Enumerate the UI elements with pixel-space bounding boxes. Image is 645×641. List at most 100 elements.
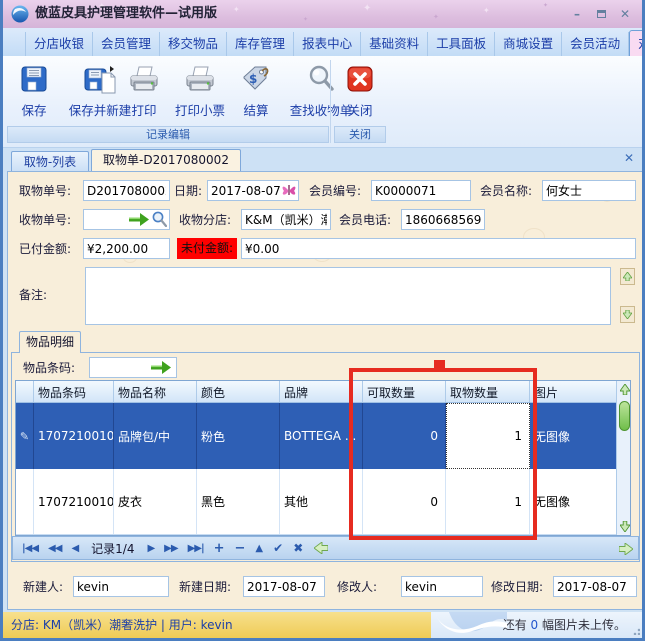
col-available-qty[interactable]: 可取数量 — [363, 381, 446, 402]
star-decoration: ✦ — [363, 3, 372, 14]
nav-prev-button[interactable]: ◀ — [66, 543, 83, 554]
col-barcode[interactable]: 物品条码 — [34, 381, 114, 402]
menu-item-member-activity[interactable]: 会员活动 — [562, 32, 630, 56]
save-label: 保存 — [21, 103, 47, 118]
modified-by-field[interactable] — [401, 576, 483, 597]
cell-available-qty[interactable]: 0 — [363, 403, 446, 469]
barcode-go-arrow-icon[interactable] — [151, 361, 171, 374]
menu-item-tools[interactable]: 工具面板 — [428, 32, 496, 56]
remark-scroll-up[interactable] — [620, 268, 635, 285]
window-title: 傲蓝皮具护理管理软件—试用版 — [35, 6, 218, 21]
print-receipt-button[interactable]: 打印小票 — [169, 60, 231, 119]
created-date-field[interactable] — [243, 576, 325, 597]
tab-close-icon[interactable]: ✕ — [624, 151, 634, 165]
nav-edit-button[interactable]: ▲ — [250, 543, 268, 554]
cell-pickup-qty[interactable]: 1 — [446, 469, 530, 534]
nav-next-button[interactable]: ▶ — [142, 543, 159, 554]
hscroll-left-arrow-icon[interactable] — [314, 542, 329, 554]
star-decoration: ✦ — [543, 2, 549, 9]
minimize-button[interactable]: – — [568, 6, 586, 22]
scroll-up-arrow-icon[interactable] — [620, 384, 630, 395]
cell-available-qty[interactable]: 0 — [363, 469, 446, 534]
cell-name[interactable]: 品牌包/中 — [114, 403, 197, 469]
nav-post-button[interactable]: ✔ — [268, 541, 288, 555]
nav-cancel-button[interactable]: ✖ — [288, 541, 308, 555]
phone-field[interactable] — [401, 209, 485, 230]
modified-date-field[interactable] — [553, 576, 637, 597]
menu-item-object-mgmt[interactable]: 对象管理 — [629, 30, 642, 56]
remark-scroll-down[interactable] — [620, 306, 635, 323]
status-branch-user: 分店: KM（凯米）潮奢洗护 | 用户: kevin — [3, 612, 431, 638]
row-edit-indicator-icon: ✎ — [16, 403, 34, 469]
receive-no-label: 收物单号: — [19, 213, 72, 227]
col-brand[interactable]: 品牌 — [280, 381, 363, 402]
member-name-field[interactable] — [542, 180, 636, 201]
member-no-label: 会员编号: — [309, 184, 362, 198]
paid-field[interactable] — [83, 238, 170, 259]
pickup-no-field[interactable] — [83, 180, 170, 201]
close-button[interactable]: ✕ — [616, 6, 634, 22]
menu-item-branch-cashier[interactable]: 分店收银 — [25, 32, 94, 56]
nav-last-button[interactable]: ▶▶| — [183, 543, 209, 554]
pickup-no-label: 取物单号: — [19, 184, 72, 198]
member-name-label: 会员名称: — [480, 184, 533, 198]
col-pickup-qty[interactable]: 取物数量 — [446, 381, 530, 402]
menu-item-mall-settings[interactable]: 商城设置 — [495, 32, 563, 56]
scrollbar-thumb[interactable] — [619, 401, 630, 431]
cell-image[interactable]: 无图像 — [530, 403, 616, 469]
ribbon-toolbar: 保存 保存并新建 打印 打印小票 $ 结算 查找收物单 关闭 记录编辑 关闭 — [3, 56, 642, 148]
cell-color[interactable]: 黑色 — [197, 469, 280, 534]
cell-brand[interactable]: 其他 — [280, 469, 363, 534]
table-row[interactable]: 17072100104 皮衣 黑色 其他 0 1 无图像 — [16, 469, 616, 535]
table-vertical-scrollbar[interactable] — [616, 381, 630, 535]
lookup-search-icon[interactable] — [152, 211, 167, 227]
modified-by-label: 修改人: — [337, 580, 378, 594]
remark-field[interactable] — [85, 267, 611, 325]
resize-grip[interactable] — [631, 626, 640, 635]
search-icon — [309, 65, 334, 91]
cell-name[interactable]: 皮衣 — [114, 469, 197, 534]
col-image[interactable]: 图片 — [530, 381, 616, 402]
nav-delete-button[interactable]: − — [230, 541, 251, 556]
menu-item-transfer-items[interactable]: 移交物品 — [160, 32, 228, 56]
cell-brand[interactable]: BOTTEGA ... — [280, 403, 363, 469]
cell-barcode[interactable]: 17072100103 — [34, 403, 114, 469]
star-decoration: ✦ — [303, 16, 309, 23]
maximize-icon — [596, 10, 606, 18]
nav-insert-button[interactable]: + — [209, 541, 230, 556]
col-color[interactable]: 颜色 — [197, 381, 280, 402]
print-button[interactable]: 打印 — [121, 60, 167, 119]
save-button[interactable]: 保存 — [11, 60, 57, 119]
close-form-button[interactable]: 关闭 — [337, 60, 383, 119]
member-no-field[interactable] — [371, 180, 471, 201]
unpaid-field[interactable] — [241, 238, 636, 259]
col-indicator — [16, 381, 34, 402]
created-by-field[interactable] — [73, 576, 169, 597]
maximize-button[interactable] — [592, 6, 610, 22]
branch-label: 收物分店: — [179, 213, 232, 227]
menu-item-base-data[interactable]: 基础资料 — [361, 32, 429, 56]
tab-pickup-order[interactable]: 取物单-D2017080002 — [91, 149, 241, 172]
scroll-down-arrow-icon[interactable] — [620, 521, 630, 532]
nav-first-button[interactable]: |◀◀ — [17, 543, 43, 554]
go-arrow-icon[interactable] — [129, 213, 149, 226]
cell-pickup-qty-editing[interactable]: 1 — [446, 403, 530, 469]
nav-next-page-button[interactable]: ▶▶ — [159, 543, 182, 554]
cell-barcode[interactable]: 17072100104 — [34, 469, 114, 534]
settle-button[interactable]: $ 结算 — [233, 60, 279, 119]
menu-item-reports[interactable]: 报表中心 — [294, 32, 362, 56]
cell-image[interactable]: 无图像 — [530, 469, 616, 534]
tab-pickup-list[interactable]: 取物-列表 — [11, 151, 89, 172]
butterfly-dropdown-icon[interactable] — [281, 183, 297, 197]
branch-field[interactable] — [241, 209, 331, 230]
cell-color[interactable]: 粉色 — [197, 403, 280, 469]
hscroll-right-arrow-icon[interactable] — [619, 543, 633, 555]
menu-item-inventory[interactable]: 库存管理 — [227, 32, 295, 56]
tab-item-detail[interactable]: 物品明细 — [19, 331, 81, 353]
menu-item-member-mgmt[interactable]: 会员管理 — [93, 32, 161, 56]
table-header-row: 物品条码 物品名称 颜色 品牌 可取数量 取物数量 图片 — [16, 381, 616, 403]
table-row-selected[interactable]: ✎ 17072100103 品牌包/中 粉色 BOTTEGA ... 0 1 无… — [16, 403, 616, 469]
nav-prev-page-button[interactable]: ◀◀ — [43, 543, 66, 554]
svg-text:$: $ — [249, 72, 257, 86]
col-name[interactable]: 物品名称 — [114, 381, 197, 402]
